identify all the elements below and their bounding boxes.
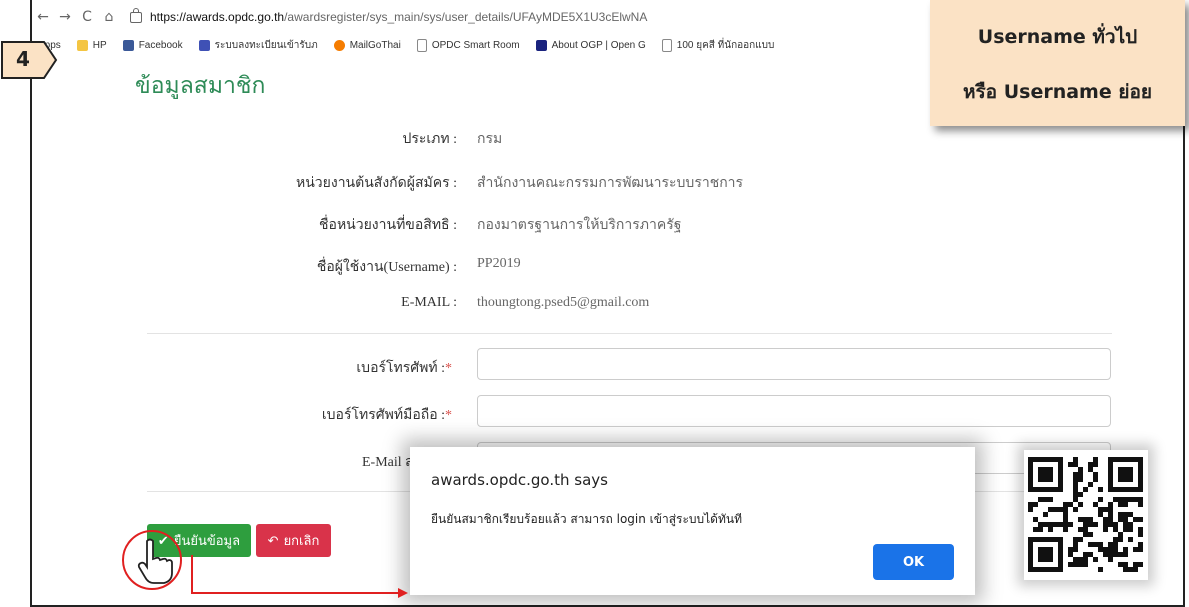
qr-code-image bbox=[1028, 457, 1143, 572]
step-number: 4 bbox=[16, 47, 30, 71]
bookmark-label: ระบบลงทะเบียนเข้ารับภ bbox=[214, 39, 318, 51]
field-label-unit: ชื่อหน่วยงานที่ขอสิทธิ : bbox=[319, 218, 457, 233]
dialog-title: awards.opdc.go.th says bbox=[431, 471, 608, 489]
email-input-label: E-Mail ส bbox=[362, 455, 414, 470]
undo-icon: ↶ bbox=[267, 532, 279, 548]
cancel-button-label: ยกเลิก bbox=[283, 533, 320, 548]
bookmark-facebook[interactable]: Facebook bbox=[122, 39, 183, 51]
field-label-username: ชื่อผู้ใช้งาน(Username) : bbox=[316, 260, 457, 275]
dialog-ok-button[interactable]: OK bbox=[873, 544, 954, 580]
reload-icon[interactable]: C bbox=[76, 9, 98, 25]
screenshot-frame: ← → C ⌂ https://awards.opdc.go.th/awards… bbox=[0, 0, 1189, 607]
bookmark-label: OPDC Smart Room bbox=[431, 39, 520, 51]
field-value-email: thoungtong.psed5@gmail.com bbox=[477, 295, 650, 310]
mobile-label-text: เบอร์โทรศัพท์มือถือ : bbox=[321, 408, 445, 423]
bookmark-label: HP bbox=[92, 39, 107, 51]
phone-label-text: เบอร์โทรศัพท์ : bbox=[356, 361, 445, 376]
confirm-button-label: ยืนยันข้อมูล bbox=[173, 533, 241, 548]
bookmark-mailgothai[interactable]: MailGoThai bbox=[333, 39, 401, 51]
required-mark: * bbox=[445, 361, 452, 376]
facebook-icon bbox=[122, 39, 134, 51]
username-callout: Username ทั่วไป หรือ Username ย่อย bbox=[930, 0, 1185, 126]
lock-icon bbox=[130, 7, 142, 23]
phone-label: เบอร์โทรศัพท์ :* bbox=[302, 357, 452, 379]
field-value-type: กรม bbox=[477, 132, 503, 147]
callout-line-2: หรือ Username ย่อย bbox=[962, 81, 1153, 103]
arrow-to-dialog bbox=[191, 555, 408, 598]
mail-icon bbox=[333, 39, 345, 51]
bookmark-registration[interactable]: ระบบลงทะเบียนเข้ารับภ bbox=[198, 38, 318, 53]
required-mark: * bbox=[445, 408, 452, 423]
ogp-icon bbox=[535, 39, 547, 51]
folder-icon bbox=[76, 39, 88, 51]
hand-pointer-icon bbox=[122, 530, 182, 590]
url-field[interactable]: https://awards.opdc.go.th/awardsregister… bbox=[130, 7, 648, 24]
field-label-email: E-MAIL : bbox=[401, 295, 457, 310]
phone-input[interactable] bbox=[477, 348, 1111, 380]
dialog-message: ยืนยันสมาชิกเรียบร้อยแล้ว สามารถ login เ… bbox=[431, 512, 742, 526]
field-value-unit: กองมาตรฐานการให้บริการภาครัฐ bbox=[477, 218, 682, 233]
qr-code bbox=[1024, 450, 1148, 580]
bookmark-100-colors[interactable]: 100 ยุคสี ที่นักออกแบบ bbox=[661, 38, 775, 53]
page-icon bbox=[416, 38, 427, 52]
cancel-button[interactable]: ↶ ยกเลิก bbox=[256, 524, 331, 557]
url-path: /awardsregister/sys_main/sys/user_detail… bbox=[284, 10, 648, 24]
bookmark-label: MailGoThai bbox=[349, 39, 401, 51]
page-title: ข้อมูลสมาชิก bbox=[135, 73, 266, 99]
mobile-label: เบอร์โทรศัพท์มือถือ :* bbox=[272, 404, 452, 426]
field-value-username: PP2019 bbox=[477, 256, 521, 271]
home-icon[interactable]: ⌂ bbox=[98, 9, 120, 25]
bookmark-label: Facebook bbox=[138, 39, 183, 51]
bookmark-label: 100 ยุคสี ที่นักออกแบบ bbox=[676, 39, 775, 51]
callout-line-1: Username ทั่วไป bbox=[977, 26, 1138, 48]
divider bbox=[147, 333, 1112, 334]
back-icon[interactable]: ← bbox=[32, 9, 54, 25]
mobile-input[interactable] bbox=[477, 395, 1111, 427]
forward-icon[interactable]: → bbox=[54, 9, 76, 25]
field-value-agency: สำนักงานคณะกรรมการพัฒนาระบบราชการ bbox=[477, 176, 744, 191]
page-icon bbox=[661, 38, 672, 52]
bookmark-opdc-smart-room[interactable]: OPDC Smart Room bbox=[416, 38, 520, 52]
bookmark-hp[interactable]: HP bbox=[76, 39, 107, 51]
field-label-agency: หน่วยงานต้นสังกัดผู้สมัคร : bbox=[296, 176, 457, 191]
bookmark-label: About OGP | Open G bbox=[551, 39, 646, 51]
list-icon bbox=[198, 39, 210, 51]
alert-dialog: awards.opdc.go.th says ยืนยันสมาชิกเรียบ… bbox=[410, 447, 975, 595]
field-label-type: ประเภท : bbox=[402, 132, 457, 147]
url-host: https://awards.opdc.go.th bbox=[150, 10, 285, 24]
bookmark-about-ogp[interactable]: About OGP | Open G bbox=[535, 39, 646, 51]
